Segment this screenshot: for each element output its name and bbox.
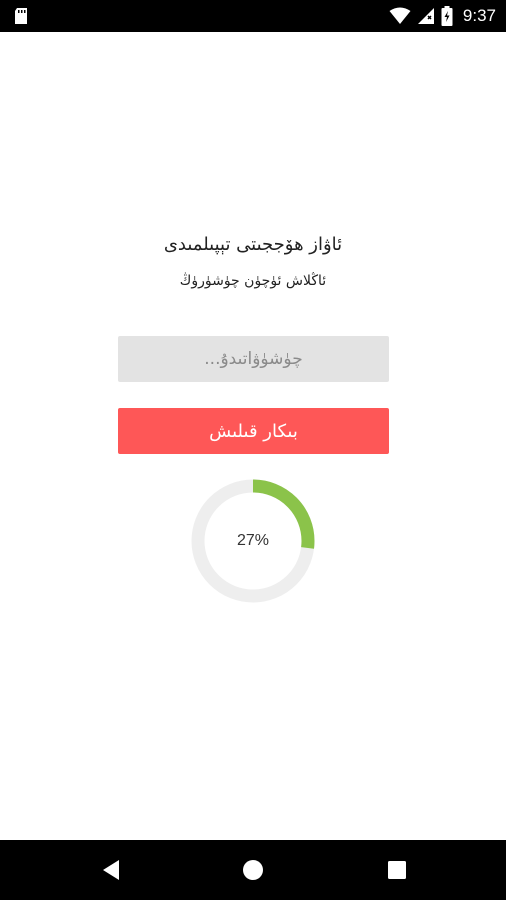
download-status-input[interactable] xyxy=(118,336,389,382)
sd-card-icon xyxy=(15,8,27,24)
download-prompt: ئاڭلاش ئۈچۈن چۈشۈرۈڭ xyxy=(179,273,327,289)
back-button[interactable] xyxy=(99,858,123,882)
battery-icon xyxy=(441,6,453,26)
recents-button[interactable] xyxy=(385,858,409,882)
recents-icon xyxy=(388,861,406,879)
home-icon xyxy=(243,860,263,880)
navigation-bar xyxy=(0,840,506,900)
cancel-button[interactable]: بىكار قىلىش xyxy=(118,408,389,454)
status-time: 9:37 xyxy=(462,6,496,25)
no-audio-title: ئاۋاز ھۆججىتى تېپىلمىدى xyxy=(163,234,343,255)
status-bar: 9:37 xyxy=(0,0,506,32)
back-icon xyxy=(103,860,119,880)
home-button[interactable] xyxy=(241,858,265,882)
status-icons: 9:37 xyxy=(389,4,496,28)
signal-icon xyxy=(417,8,434,24)
progress-percent: 27% xyxy=(236,532,270,549)
wifi-icon xyxy=(389,7,411,24)
screen: 9:37 ئاۋاز ھۆججىتى تېپىلمىدى ئاڭلاش ئۈچۈ… xyxy=(0,0,506,900)
